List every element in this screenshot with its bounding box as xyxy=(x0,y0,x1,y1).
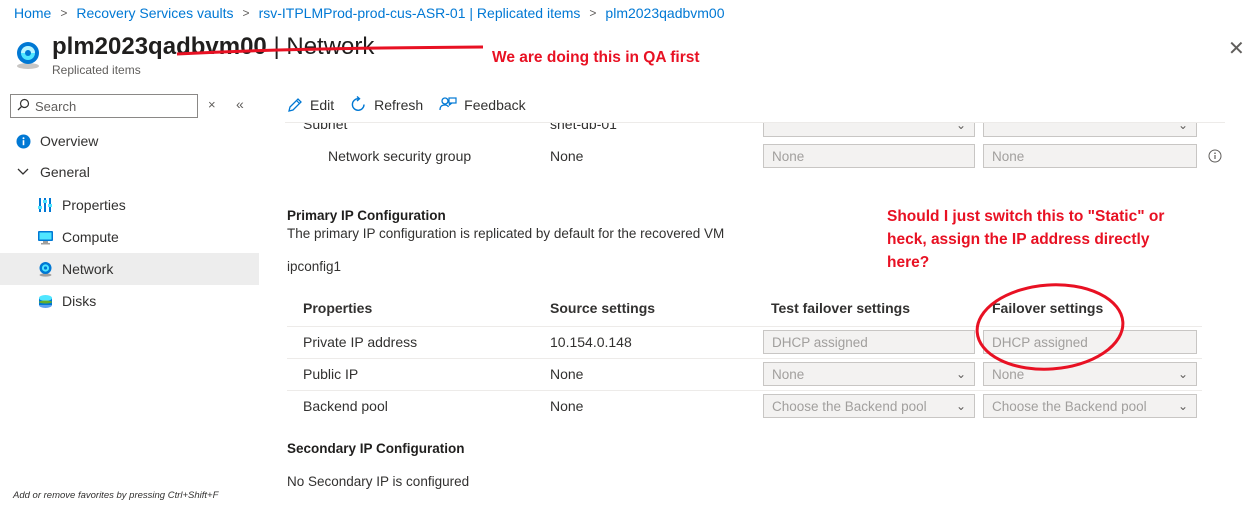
close-icon[interactable]: ✕ xyxy=(1228,36,1245,61)
nsg-failover-field[interactable]: None xyxy=(983,144,1197,168)
page-subtitle: Replicated items xyxy=(52,63,141,77)
annotation-question-line3: here? xyxy=(887,254,930,271)
primary-ip-description: The primary IP configuration is replicat… xyxy=(287,226,725,241)
secondary-ip-title: Secondary IP Configuration xyxy=(287,441,465,456)
breadcrumb-separator: > xyxy=(242,6,250,20)
subnet-source: snet-db-01 xyxy=(550,123,617,132)
favorites-hint: Add or remove favorites by pressing Ctrl… xyxy=(13,490,219,501)
breadcrumb-vault-replicated-items[interactable]: rsv-ITPLMProd-prod-cus-ASR-01 | Replicat… xyxy=(259,5,581,21)
sidebar-search[interactable] xyxy=(10,94,198,118)
annotation-strike-line xyxy=(176,45,484,56)
disks-icon xyxy=(36,292,54,310)
sidebar-item-label: Properties xyxy=(62,197,126,213)
subnet-row-clipped: Subnet snet-db-01 ⌄ ⌄ xyxy=(285,123,1225,141)
backend-pool-label: Backend pool xyxy=(303,398,388,414)
feedback-icon xyxy=(439,96,457,113)
chevron-down-icon: ⌄ xyxy=(955,367,966,381)
annotation-circle xyxy=(975,283,1125,371)
network-icon xyxy=(36,260,54,278)
public-ip-test-dropdown[interactable]: None ⌄ xyxy=(763,362,975,386)
public-ip-source: None xyxy=(550,366,584,382)
breadcrumb-recovery-vaults[interactable]: Recovery Services vaults xyxy=(76,5,233,21)
sidebar-item-network[interactable]: Network xyxy=(0,253,259,285)
breadcrumb-separator: > xyxy=(589,6,597,20)
annotation-question-line1: Should I just switch this to "Static" or xyxy=(887,208,1165,225)
chevron-down-icon xyxy=(14,163,32,181)
refresh-label: Refresh xyxy=(374,96,424,113)
properties-icon xyxy=(36,196,54,214)
collapse-sidebar-icon[interactable]: « xyxy=(236,96,244,112)
ip-config-name: ipconfig1 xyxy=(287,259,342,274)
sidebar-item-label: Disks xyxy=(62,293,97,309)
refresh-button[interactable]: Refresh xyxy=(350,96,423,113)
column-header-test-failover: Test failover settings xyxy=(771,300,911,316)
column-header-properties: Properties xyxy=(303,300,373,316)
search-icon xyxy=(17,98,30,114)
annotation-question: Should I just switch this to "Static" or… xyxy=(887,205,1164,274)
nsg-failover-value: None xyxy=(992,148,1025,164)
private-ip-source: 10.154.0.148 xyxy=(550,334,632,350)
breadcrumb-separator: > xyxy=(60,6,68,20)
backend-pool-failover-dropdown[interactable]: Choose the Backend pool ⌄ xyxy=(983,394,1197,418)
info-icon[interactable] xyxy=(1208,149,1222,166)
sidebar-item-disks[interactable]: Disks xyxy=(0,285,259,317)
breadcrumb-home[interactable]: Home xyxy=(14,5,51,21)
private-ip-test-value: DHCP assigned xyxy=(772,334,868,350)
backend-pool-failover-value: Choose the Backend pool xyxy=(992,398,1147,414)
subnet-test-dropdown[interactable]: ⌄ xyxy=(763,123,975,137)
clear-search-icon[interactable]: × xyxy=(208,97,216,112)
edit-icon xyxy=(287,97,303,113)
secondary-ip-message: No Secondary IP is configured xyxy=(287,474,470,489)
sidebar-item-label: Compute xyxy=(62,229,119,245)
annotation-qa-note: We are doing this in QA first xyxy=(492,49,700,66)
annotation-question-line2: heck, assign the IP address directly xyxy=(887,231,1150,248)
public-ip-test-value: None xyxy=(772,366,805,382)
sidebar-item-compute[interactable]: Compute xyxy=(0,221,259,253)
breadcrumb: Home > Recovery Services vaults > rsv-IT… xyxy=(14,5,725,21)
private-ip-label: Private IP address xyxy=(303,334,418,350)
subnet-failover-dropdown[interactable]: ⌄ xyxy=(983,123,1197,137)
feedback-button[interactable]: Feedback xyxy=(439,96,526,113)
primary-ip-title: Primary IP Configuration xyxy=(287,208,446,223)
chevron-down-icon: ⌄ xyxy=(1177,399,1188,413)
refresh-icon xyxy=(350,96,367,113)
nsg-source: None xyxy=(550,148,584,164)
replicated-item-icon xyxy=(13,40,43,73)
sidebar-item-label: Overview xyxy=(40,133,99,149)
info-icon xyxy=(14,132,32,150)
subnet-label: Subnet xyxy=(303,123,348,132)
chevron-down-icon: ⌄ xyxy=(1177,367,1188,381)
sidebar-item-label: Network xyxy=(62,261,114,277)
backend-pool-test-value: Choose the Backend pool xyxy=(772,398,927,414)
public-ip-label: Public IP xyxy=(303,366,359,382)
search-input[interactable] xyxy=(35,98,185,114)
nsg-test-field[interactable]: None xyxy=(763,144,975,168)
nsg-label: Network security group xyxy=(328,148,472,164)
edit-label: Edit xyxy=(310,96,335,113)
private-ip-test-field[interactable]: DHCP assigned xyxy=(763,330,975,354)
chevron-down-icon: ⌄ xyxy=(955,123,966,132)
nsg-test-value: None xyxy=(772,148,805,164)
sidebar-group-general[interactable]: General xyxy=(0,156,259,188)
row-divider xyxy=(287,390,1202,391)
backend-pool-test-dropdown[interactable]: Choose the Backend pool ⌄ xyxy=(763,394,975,418)
feedback-label: Feedback xyxy=(464,96,526,113)
sidebar-item-label: General xyxy=(40,164,90,180)
breadcrumb-vm[interactable]: plm2023qadbvm00 xyxy=(605,5,724,21)
chevron-down-icon: ⌄ xyxy=(955,399,966,413)
backend-pool-source: None xyxy=(550,398,584,414)
compute-icon xyxy=(36,228,54,246)
chevron-down-icon: ⌄ xyxy=(1177,123,1188,132)
command-bar: Edit Refresh Feedback xyxy=(287,96,542,113)
edit-button[interactable]: Edit xyxy=(287,97,334,113)
sidebar-item-properties[interactable]: Properties xyxy=(0,189,259,221)
sidebar-item-overview[interactable]: Overview xyxy=(0,125,259,157)
column-header-source: Source settings xyxy=(550,300,656,316)
